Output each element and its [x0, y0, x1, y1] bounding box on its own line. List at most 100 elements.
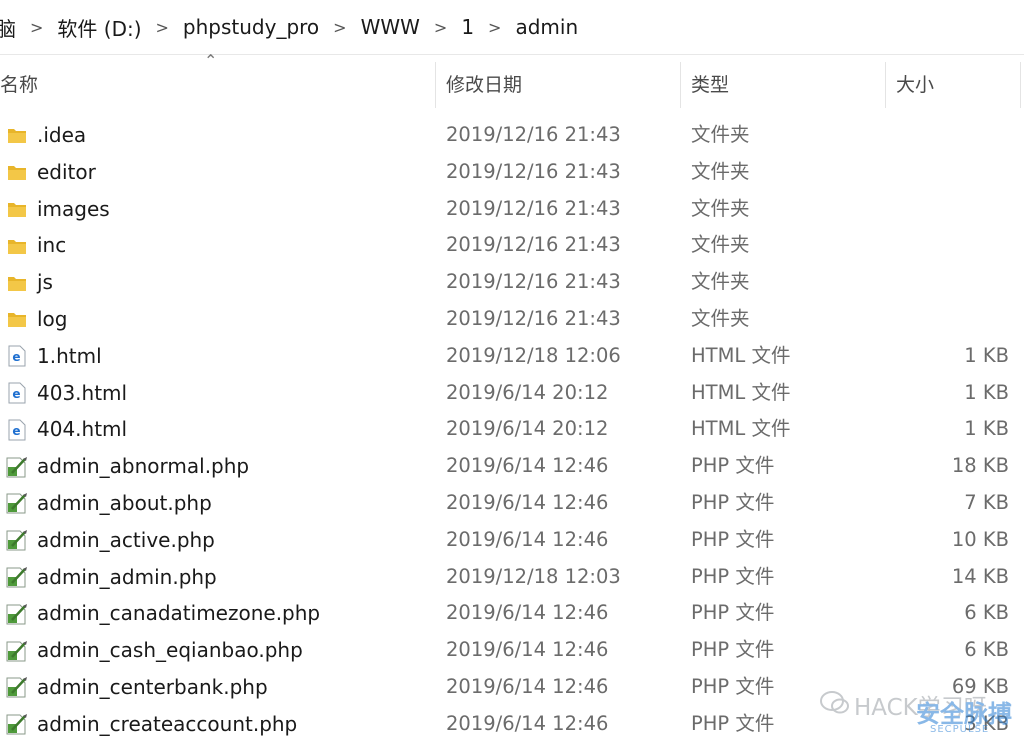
column-header-row: 名称 ⌃ 修改日期 类型 大小 [0, 51, 1024, 112]
php-file-icon [4, 559, 30, 596]
folder-icon [4, 191, 30, 228]
file-type: HTML 文件 [691, 343, 791, 367]
file-date: 2019/6/14 12:46 [446, 711, 609, 735]
breadcrumb-drive[interactable]: 软件 (D:) [57, 13, 141, 42]
file-size: 1 KB [964, 343, 1009, 367]
file-row[interactable]: admin_cash_eqianbao.php 2019/6/14 12:46 PH… [0, 632, 1024, 669]
breadcrumb-prefix[interactable]: 脑 [0, 13, 16, 42]
chevron-right-icon[interactable]: > [434, 18, 447, 37]
file-type: 文件夹 [691, 270, 750, 294]
breadcrumb-www[interactable]: WWW [361, 15, 420, 39]
file-row[interactable]: admin_canadatimezone.php 2019/6/14 12:46 P… [0, 595, 1024, 632]
column-divider[interactable] [435, 62, 436, 108]
file-row[interactable]: admin_abnormal.php 2019/6/14 12:46 PHP 文件 1… [0, 448, 1024, 485]
file-type: PHP 文件 [691, 711, 775, 735]
breadcrumb-phpstudy[interactable]: phpstudy_pro [183, 15, 319, 39]
html-file-icon: e [4, 338, 30, 375]
column-header-name-label: 名称 [0, 73, 39, 96]
file-row[interactable]: e 403.html 2019/6/14 20:12 HTML 文件 1 KB [0, 375, 1024, 412]
column-divider[interactable] [1020, 62, 1021, 108]
folder-icon [4, 264, 30, 301]
column-header-type-label: 类型 [691, 73, 730, 96]
file-type: PHP 文件 [691, 601, 775, 625]
file-size: 14 KB [951, 564, 1009, 588]
php-file-icon [4, 485, 30, 522]
file-date: 2019/6/14 12:46 [446, 454, 609, 478]
file-date: 2019/6/14 12:46 [446, 638, 609, 662]
file-row[interactable]: admin_createaccount.php 2019/6/14 12:46 PH… [0, 706, 1024, 743]
column-divider[interactable] [680, 62, 681, 108]
file-type: 文件夹 [691, 159, 750, 183]
chevron-right-icon[interactable]: > [30, 18, 43, 37]
file-date: 2019/12/16 21:43 [446, 159, 621, 183]
folder-icon [4, 154, 30, 191]
file-row[interactable]: admin_active.php 2019/6/14 12:46 PHP 文件 10 … [0, 522, 1024, 559]
file-name: admin_canadatimezone.php [37, 601, 321, 626]
file-type: 文件夹 [691, 123, 750, 146]
chevron-right-icon[interactable]: > [156, 18, 169, 37]
column-header-type[interactable]: 类型 [691, 54, 729, 112]
file-row[interactable]: .idea 2019/12/16 21:43 文件夹 [0, 117, 1024, 154]
file-type: PHP 文件 [691, 674, 775, 698]
file-date: 2019/6/14 12:46 [446, 674, 609, 698]
file-size: 10 KB [951, 527, 1009, 551]
column-header-name[interactable]: 名称 [0, 54, 38, 112]
php-file-icon [4, 595, 30, 632]
html-file-icon: e [4, 411, 30, 448]
chevron-right-icon[interactable]: > [333, 18, 346, 37]
file-row[interactable]: inc 2019/12/16 21:43 文件夹 [0, 227, 1024, 264]
column-header-date[interactable]: 修改日期 [446, 54, 522, 112]
file-type: PHP 文件 [691, 527, 775, 551]
breadcrumb-1[interactable]: 1 [461, 15, 474, 39]
file-row[interactable]: admin_admin.php 2019/12/18 12:03 PHP 文件 14 … [0, 559, 1024, 596]
file-type: 文件夹 [691, 233, 750, 257]
file-name: admin_createaccount.php [37, 711, 298, 736]
file-row[interactable]: js 2019/12/16 21:43 文件夹 [0, 264, 1024, 301]
html-file-icon: e [4, 375, 30, 412]
file-name: admin_active.php [37, 527, 215, 552]
file-date: 2019/12/18 12:06 [446, 343, 621, 367]
file-name: 404.html [37, 417, 128, 442]
file-size: 1 KB [964, 417, 1009, 441]
file-row[interactable]: images 2019/12/16 21:43 文件夹 [0, 191, 1024, 228]
file-name: admin_admin.php [37, 564, 217, 589]
php-file-icon [4, 669, 30, 706]
file-date: 2019/12/16 21:43 [446, 123, 621, 146]
file-row[interactable]: admin_about.php 2019/6/14 12:46 PHP 文件 7 KB [0, 485, 1024, 522]
file-date: 2019/12/16 21:43 [446, 196, 621, 220]
file-date: 2019/6/14 12:46 [446, 490, 609, 514]
file-list: .idea 2019/12/16 21:43 文件夹 editor 2019/12/16… [0, 117, 1024, 743]
column-header-size[interactable]: 大小 [896, 54, 934, 112]
file-size: 1 KB [964, 380, 1009, 404]
file-type: PHP 文件 [691, 638, 775, 662]
svg-text:e: e [12, 387, 20, 401]
file-row[interactable]: admin_centerbank.php 2019/6/14 12:46 PHP 文… [0, 669, 1024, 706]
file-name: log [37, 306, 68, 331]
file-type: HTML 文件 [691, 417, 791, 441]
chevron-right-icon[interactable]: > [488, 18, 501, 37]
file-size: 69 KB [951, 674, 1009, 698]
breadcrumb-admin[interactable]: admin [515, 15, 578, 39]
php-file-icon [4, 632, 30, 669]
file-date: 2019/6/14 20:12 [446, 417, 609, 441]
file-name: admin_abnormal.php [37, 454, 250, 479]
file-row[interactable]: e 1.html 2019/12/18 12:06 HTML 文件 1 KB [0, 338, 1024, 375]
file-type: PHP 文件 [691, 490, 775, 514]
file-row[interactable]: log 2019/12/16 21:43 文件夹 [0, 301, 1024, 338]
folder-icon [4, 301, 30, 338]
file-date: 2019/12/16 21:43 [446, 233, 621, 257]
column-header-date-label: 修改日期 [446, 73, 523, 96]
file-size: 18 KB [951, 454, 1009, 478]
file-date: 2019/12/16 21:43 [446, 306, 621, 330]
file-name: admin_centerbank.php [37, 674, 268, 699]
file-date: 2019/12/18 12:03 [446, 564, 621, 588]
file-row[interactable]: e 404.html 2019/6/14 20:12 HTML 文件 1 KB [0, 411, 1024, 448]
file-name: inc [37, 233, 67, 258]
file-name: editor [37, 159, 96, 184]
sort-ascending-icon: ⌃ [204, 51, 218, 70]
column-divider[interactable] [885, 62, 886, 108]
file-row[interactable]: editor 2019/12/16 21:43 文件夹 [0, 154, 1024, 191]
file-size: 6 KB [964, 638, 1009, 662]
breadcrumb: 脑 > 软件 (D:) > phpstudy_pro > WWW > 1 > a… [0, 0, 1024, 55]
file-name: admin_about.php [37, 490, 212, 515]
